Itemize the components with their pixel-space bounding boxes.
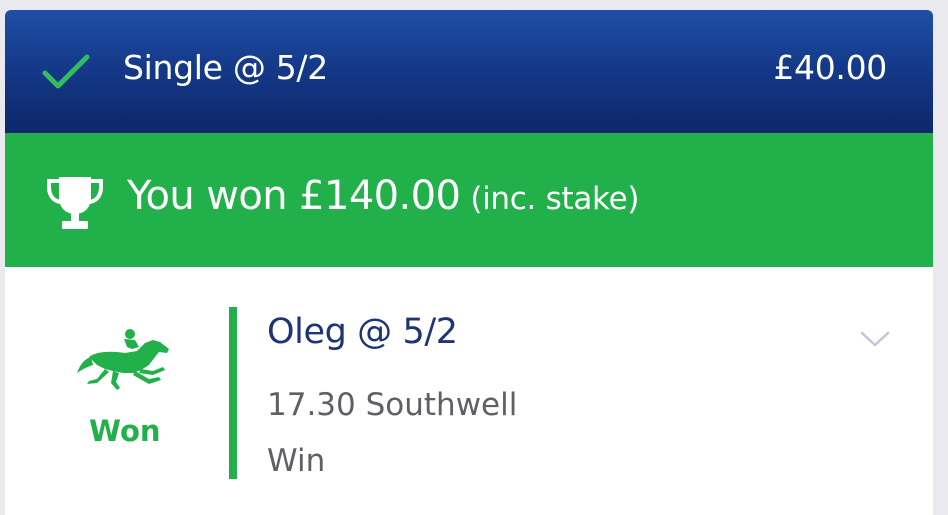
bet-header: Single @ 5/2 £40.00 [5, 10, 933, 133]
market-type: Win [267, 443, 326, 479]
win-message: You won £140.00 (inc. stake) [127, 173, 639, 219]
trophy-icon [47, 177, 103, 229]
race-info: 17.30 Southwell [267, 387, 518, 423]
check-icon [42, 54, 90, 89]
selection-name: Oleg @ 5/2 [267, 312, 458, 352]
win-banner: You won £140.00 (inc. stake) [5, 133, 933, 267]
win-amount-text: You won £140.00 [127, 173, 461, 219]
horse-racing-icon [77, 329, 169, 390]
chevron-down-icon[interactable] [859, 329, 891, 349]
bet-card: Single @ 5/2 £40.00 You won £140.00 (inc.… [5, 10, 933, 515]
leg-result-label: Won [89, 414, 161, 448]
win-stake-note: (inc. stake) [470, 181, 640, 217]
result-indicator-bar [229, 307, 237, 479]
bet-type-label: Single @ 5/2 [123, 48, 328, 87]
stake-amount: £40.00 [773, 48, 887, 87]
bet-leg[interactable]: Won Oleg @ 5/2 17.30 Southwell Win [5, 267, 933, 515]
